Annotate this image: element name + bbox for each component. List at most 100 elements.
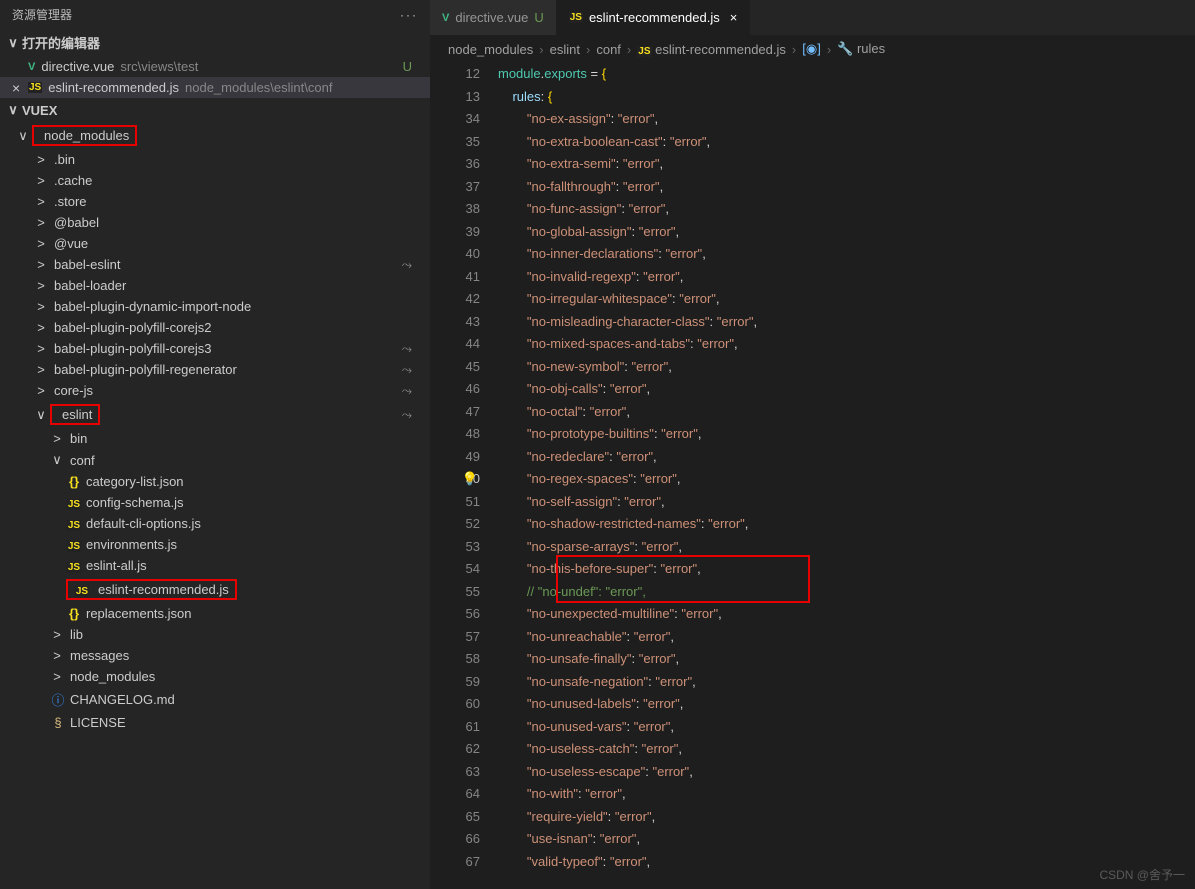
code-line[interactable]: "no-extra-boolean-cast": "error", [498, 131, 1195, 154]
code-area[interactable]: 12133435363738394041424344454647484950💡5… [430, 63, 1195, 889]
tree-item-label: babel-eslint [54, 257, 121, 272]
lightbulb-icon[interactable]: 💡 [462, 468, 478, 491]
tree-item[interactable]: {}replacements.json [0, 603, 430, 624]
breadcrumb-item[interactable]: conf [596, 42, 621, 57]
editor-file-path: node_modules\eslint\conf [185, 80, 332, 95]
code-line[interactable]: "no-regex-spaces": "error", [498, 468, 1195, 491]
breadcrumbs[interactable]: node_modules›eslint›conf›JS eslint-recom… [430, 35, 1195, 63]
breadcrumb-item[interactable]: 🔧 rules [837, 41, 885, 57]
tree-item[interactable]: >lib [0, 624, 430, 645]
code-line[interactable]: "no-unsafe-negation": "error", [498, 671, 1195, 694]
tree-item[interactable]: >babel-plugin-dynamic-import-node [0, 296, 430, 317]
code-line[interactable]: "no-octal": "error", [498, 401, 1195, 424]
tree-item[interactable]: JSenvironments.js [0, 534, 430, 555]
code-line[interactable]: "no-shadow-restricted-names": "error", [498, 513, 1195, 536]
tree-item[interactable]: >core-js⤳ [0, 380, 430, 401]
tree-item[interactable]: JSeslint-recommended.js [0, 576, 430, 603]
code-line[interactable]: "no-unsafe-finally": "error", [498, 648, 1195, 671]
git-decoration: ⤳ [402, 383, 412, 399]
tree-item[interactable]: §LICENSE [0, 712, 430, 733]
tree-item-label: default-cli-options.js [86, 516, 201, 531]
code-line[interactable]: "no-unused-vars": "error", [498, 716, 1195, 739]
tree-item[interactable]: >node_modules [0, 666, 430, 687]
editor-tab[interactable]: Vdirective.vueU [430, 0, 557, 35]
breadcrumb-item[interactable]: JS eslint-recommended.js [637, 42, 786, 57]
code-line[interactable]: "no-unexpected-multiline": "error", [498, 603, 1195, 626]
tree-item[interactable]: >bin [0, 428, 430, 449]
open-editor-item[interactable]: ×JSeslint-recommended.jsnode_modules\esl… [0, 77, 430, 98]
chevron-icon: > [34, 257, 48, 272]
code-line[interactable]: module.exports = { [498, 63, 1195, 86]
tree-item[interactable]: >.store [0, 191, 430, 212]
tree-item[interactable]: >babel-loader [0, 275, 430, 296]
git-decoration: ⤳ [402, 257, 412, 273]
code-line[interactable]: rules: { [498, 86, 1195, 109]
more-actions-icon[interactable]: ··· [400, 8, 418, 22]
close-icon[interactable]: × [12, 80, 20, 96]
code-line[interactable]: "no-with": "error", [498, 783, 1195, 806]
tree-item[interactable]: >@vue [0, 233, 430, 254]
chevron-icon: > [34, 299, 48, 314]
code-line[interactable]: "no-global-assign": "error", [498, 221, 1195, 244]
code-line[interactable]: "no-extra-semi": "error", [498, 153, 1195, 176]
tree-item[interactable]: {}category-list.json [0, 471, 430, 492]
breadcrumb-item[interactable]: [◉] [802, 41, 821, 57]
breadcrumb-item[interactable]: eslint [550, 42, 580, 57]
code-line[interactable]: "no-unused-labels": "error", [498, 693, 1195, 716]
tree-item-label: node_modules [70, 669, 155, 684]
tree-item[interactable]: >.cache [0, 170, 430, 191]
code-line[interactable]: "no-sparse-arrays": "error", [498, 536, 1195, 559]
tree-item[interactable]: JSdefault-cli-options.js [0, 513, 430, 534]
tree-item[interactable]: > babel-eslint ⤳ [0, 254, 430, 275]
code-line[interactable]: "use-isnan": "error", [498, 828, 1195, 851]
code-line[interactable]: "no-invalid-regexp": "error", [498, 266, 1195, 289]
tree-item[interactable]: >messages [0, 645, 430, 666]
code-line[interactable]: "no-unreachable": "error", [498, 626, 1195, 649]
json-icon: {} [69, 474, 79, 489]
open-editor-item[interactable]: Vdirective.vuesrc\views\testU [0, 56, 430, 77]
chevron-icon: > [50, 431, 64, 446]
tab-label: eslint-recommended.js [589, 10, 720, 25]
code-line[interactable]: "no-redeclare": "error", [498, 446, 1195, 469]
code-line[interactable]: "no-fallthrough": "error", [498, 176, 1195, 199]
editor-tab[interactable]: JSeslint-recommended.js× [557, 0, 751, 35]
tree-item[interactable]: >@babel [0, 212, 430, 233]
code-line[interactable]: "no-prototype-builtins": "error", [498, 423, 1195, 446]
open-editors-header[interactable]: ∨ 打开的编辑器 [0, 29, 430, 56]
code-line[interactable]: "no-obj-calls": "error", [498, 378, 1195, 401]
info-icon: ⓘ [51, 693, 64, 708]
explorer-sidebar: 资源管理器 ··· ∨ 打开的编辑器 Vdirective.vuesrc\vie… [0, 0, 430, 889]
code-source[interactable]: module.exports = { rules: { "no-ex-assig… [498, 63, 1195, 889]
tab-label: directive.vue [455, 10, 528, 25]
code-line[interactable]: "require-yield": "error", [498, 806, 1195, 829]
project-header[interactable]: ∨ VUEX [0, 98, 430, 122]
explorer-header: 资源管理器 ··· [0, 0, 430, 29]
tree-item[interactable]: ∨node_modules [0, 122, 430, 149]
code-line[interactable]: "no-irregular-whitespace": "error", [498, 288, 1195, 311]
code-line[interactable]: "no-this-before-super": "error", [498, 558, 1195, 581]
tree-item[interactable]: >babel-plugin-polyfill-corejs3⤳ [0, 338, 430, 359]
tree-item[interactable]: JSconfig-schema.js [0, 492, 430, 513]
code-line[interactable]: // "no-undef": "error", [498, 581, 1195, 604]
code-line[interactable]: "no-inner-declarations": "error", [498, 243, 1195, 266]
tree-item[interactable]: >babel-plugin-polyfill-regenerator⤳ [0, 359, 430, 380]
tree-item[interactable]: JSeslint-all.js [0, 555, 430, 576]
close-tab-icon[interactable]: × [730, 10, 738, 25]
code-line[interactable]: "no-ex-assign": "error", [498, 108, 1195, 131]
tree-item[interactable]: >.bin [0, 149, 430, 170]
code-line[interactable]: "valid-typeof": "error", [498, 851, 1195, 874]
code-line[interactable]: "no-misleading-character-class": "error"… [498, 311, 1195, 334]
code-line[interactable]: "no-useless-escape": "error", [498, 761, 1195, 784]
tab-status: U [534, 10, 543, 25]
tree-item[interactable]: ∨eslint⤳ [0, 401, 430, 428]
code-line[interactable]: "no-useless-catch": "error", [498, 738, 1195, 761]
tree-item[interactable]: ∨conf [0, 449, 430, 471]
code-line[interactable]: "no-new-symbol": "error", [498, 356, 1195, 379]
code-line[interactable]: "no-func-assign": "error", [498, 198, 1195, 221]
code-line[interactable]: "no-self-assign": "error", [498, 491, 1195, 514]
breadcrumb-item[interactable]: node_modules [448, 42, 533, 57]
chevron-icon: > [34, 362, 48, 377]
tree-item[interactable]: ⓘCHANGELOG.md [0, 687, 430, 712]
tree-item[interactable]: >babel-plugin-polyfill-corejs2 [0, 317, 430, 338]
code-line[interactable]: "no-mixed-spaces-and-tabs": "error", [498, 333, 1195, 356]
